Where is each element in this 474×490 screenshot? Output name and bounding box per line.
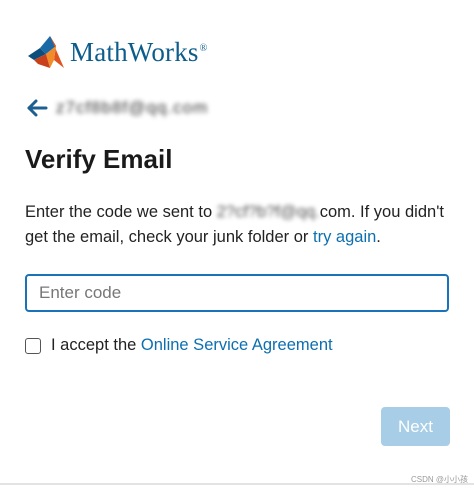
verify-description: Enter the code we sent to 2?cf?b?f@qq.co… xyxy=(25,200,455,250)
back-arrow-icon[interactable] xyxy=(26,99,48,117)
code-input[interactable] xyxy=(25,274,449,312)
agreement-label: I accept the Online Service Agreement xyxy=(51,336,333,355)
next-button[interactable]: Next xyxy=(381,407,450,446)
description-prefix: Enter the code we sent to xyxy=(25,203,213,221)
agreement-row: I accept the Online Service Agreement xyxy=(25,336,333,355)
agreement-label-prefix: I accept the xyxy=(51,336,137,354)
online-service-agreement-link[interactable]: Online Service Agreement xyxy=(141,336,333,354)
membrane-logo-icon xyxy=(28,36,64,68)
page-title: Verify Email xyxy=(25,144,173,174)
try-again-link[interactable]: try again xyxy=(313,228,376,246)
account-email-obscured: z7cf8b8f@qq.com xyxy=(56,98,209,117)
agreement-checkbox[interactable] xyxy=(25,337,41,354)
description-email-obscured: 2?cf?b?f@qq. xyxy=(216,203,320,221)
watermark: CSDN @小小孩 xyxy=(410,475,468,484)
logo-registered-mark: ® xyxy=(199,42,208,54)
back-row: z7cf8b8f@qq.com xyxy=(26,96,208,120)
logo-wordmark: MathWorks® xyxy=(70,37,207,68)
logo-name: MathWorks xyxy=(70,36,199,67)
bottom-divider xyxy=(0,483,474,485)
mathworks-logo: MathWorks® xyxy=(26,32,207,72)
description-end: . xyxy=(376,228,381,246)
